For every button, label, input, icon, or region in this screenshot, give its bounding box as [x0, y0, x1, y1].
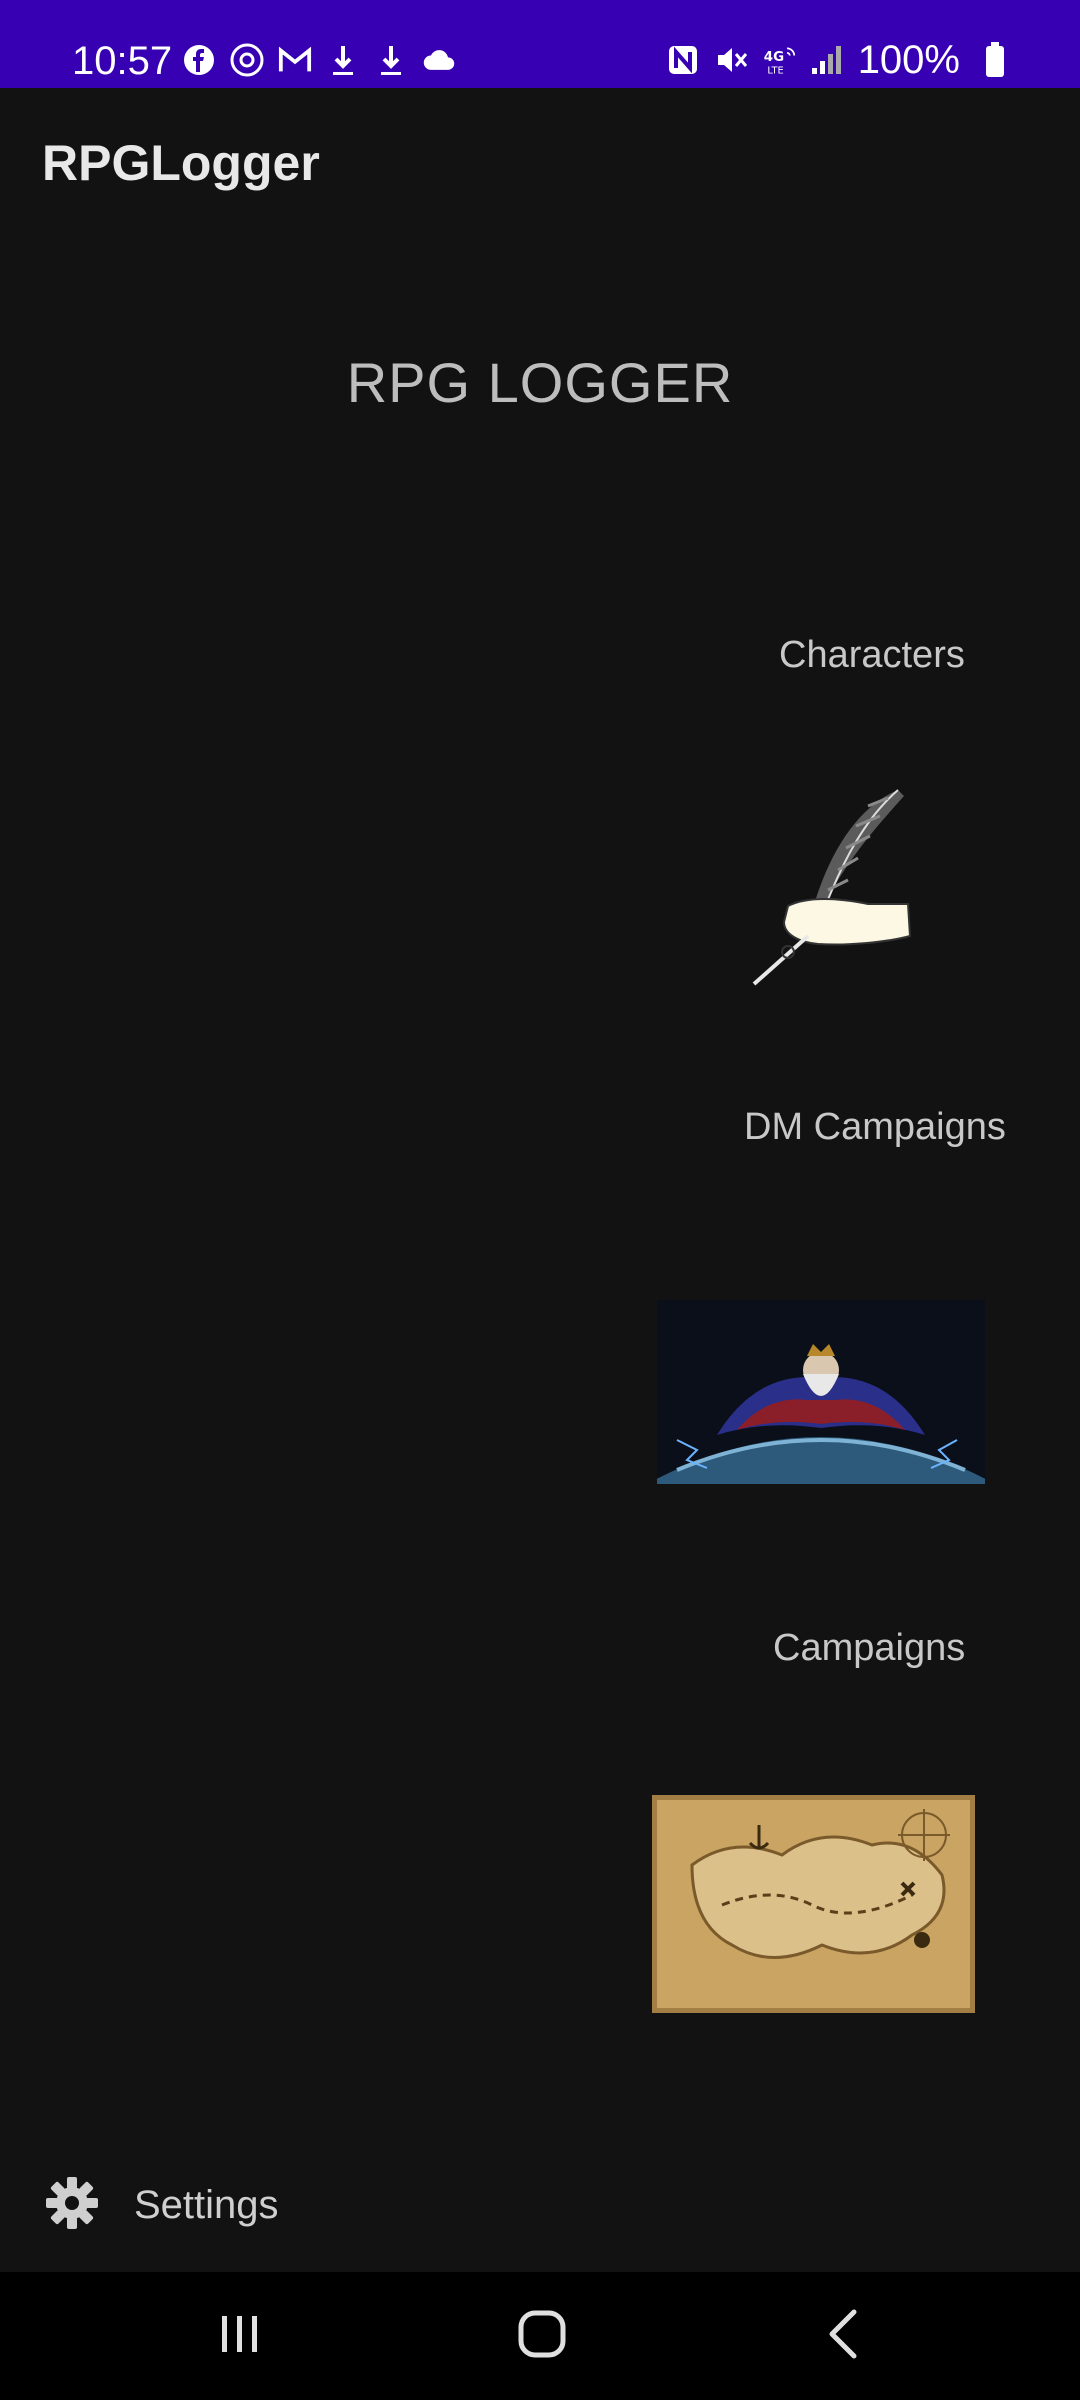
- status-bar: 10:57 4G LTE 100%: [0, 0, 1080, 88]
- back-button[interactable]: [764, 2272, 924, 2400]
- home-icon: [516, 2308, 568, 2365]
- cloud-icon: [422, 43, 456, 77]
- settings-button[interactable]: Settings: [44, 2170, 279, 2240]
- nfc-icon: [666, 43, 700, 77]
- mute-icon: [714, 43, 748, 77]
- characters-label[interactable]: Characters: [779, 634, 965, 677]
- gear-icon: [44, 2175, 100, 2236]
- system-icons: 4G LTE 100%: [666, 36, 1012, 84]
- app-title: RPGLogger: [42, 135, 320, 191]
- lte-icon: 4G LTE: [762, 43, 796, 77]
- status-time: 10:57: [72, 39, 173, 83]
- dm-campaigns-image[interactable]: [647, 1300, 995, 1484]
- signal-icon: [810, 43, 844, 77]
- battery-icon: [978, 42, 1012, 77]
- threads-icon: [230, 43, 264, 77]
- navigation-bar: [0, 2272, 1080, 2400]
- download-icon: [326, 43, 360, 77]
- notification-icons: [182, 36, 456, 84]
- campaigns-label[interactable]: Campaigns: [773, 1627, 965, 1670]
- back-icon: [820, 2308, 868, 2365]
- recents-icon: [216, 2310, 264, 2363]
- settings-label: Settings: [134, 2182, 279, 2227]
- recents-button[interactable]: [160, 2272, 320, 2400]
- download-icon: [374, 43, 408, 77]
- dm-campaigns-label[interactable]: DM Campaigns: [744, 1106, 1006, 1149]
- facebook-icon: [182, 43, 216, 77]
- characters-image[interactable]: [748, 786, 938, 992]
- home-button[interactable]: [462, 2272, 622, 2400]
- battery-level: 100%: [857, 37, 960, 82]
- campaigns-image[interactable]: [647, 1790, 980, 2018]
- app-bar: RPGLogger: [0, 88, 1080, 238]
- svg-text:4G: 4G: [763, 50, 783, 65]
- gmail-icon: [278, 43, 312, 77]
- svg-text:LTE: LTE: [767, 65, 783, 76]
- page-title: RPG LOGGER: [346, 351, 734, 414]
